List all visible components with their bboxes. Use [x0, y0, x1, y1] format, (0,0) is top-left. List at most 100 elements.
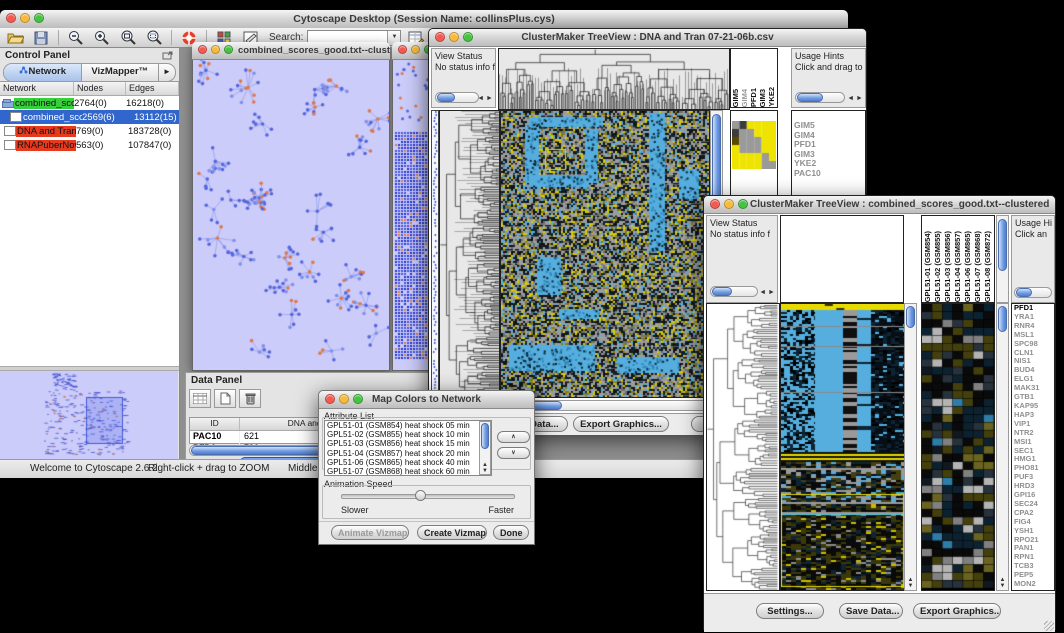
view-status-scrollbar[interactable] [710, 286, 758, 297]
table-grid-icon[interactable] [189, 389, 211, 408]
attribute-list-scrollbar[interactable]: ▲▼ [479, 421, 491, 475]
scroll-arrows[interactable]: ◄ ► [847, 95, 863, 102]
attribute-item[interactable]: GPL51-01 (GSM854) heat shock 05 min [325, 421, 491, 430]
close-icon[interactable] [6, 13, 16, 23]
view-status-scrollbar[interactable] [435, 92, 479, 103]
zoom-window-icon[interactable] [738, 199, 748, 209]
scroll-thumb[interactable] [998, 306, 1007, 332]
scroll-thumb[interactable] [712, 287, 732, 296]
zoom-window-icon[interactable] [224, 45, 233, 54]
close-icon[interactable] [198, 45, 207, 54]
row-dendrogram[interactable] [439, 110, 500, 398]
scroll-arrows[interactable]: ▲▼ [480, 462, 490, 474]
new-file-icon[interactable] [214, 389, 236, 408]
resize-grip[interactable] [1044, 621, 1054, 631]
global-vscrollbar[interactable]: ▲▼ [904, 303, 917, 591]
network-row[interactable]: RNAPuberNov2+563(0)107847(0) [0, 138, 179, 152]
scroll-thumb[interactable] [437, 93, 455, 102]
scroll-thumb[interactable] [797, 93, 823, 102]
zoom-fit-icon[interactable] [117, 29, 139, 46]
network-row[interactable]: combined_scores_2764(0)16218(0) [0, 96, 179, 110]
zoom-window-icon[interactable] [353, 394, 363, 404]
network-view-titlebar[interactable]: combined_scores_good.txt--cluste... [192, 42, 390, 60]
minimize-icon[interactable] [449, 32, 459, 42]
open-folder-icon[interactable] [4, 29, 26, 46]
scroll-thumb[interactable] [906, 306, 915, 328]
labels-vscrollbar[interactable] [996, 215, 1009, 303]
minimize-icon[interactable] [724, 199, 734, 209]
attribute-item[interactable]: GPL51-07 (GSM868) heat shock 60 min [325, 467, 491, 476]
column-label: GPL51-07 (GSM868) [974, 231, 982, 302]
treeview-combined-titlebar[interactable]: ClusterMaker TreeView : combined_scores_… [704, 196, 1055, 214]
scroll-thumb[interactable] [1016, 288, 1032, 297]
attribute-item[interactable]: GPL51-04 (GSM857) heat shock 20 min [325, 449, 491, 458]
move-down-button[interactable]: ∨ [497, 447, 530, 459]
attribute-item[interactable]: GPL51-06 (GSM865) heat shock 40 min [325, 458, 491, 467]
usage-hints-scrollbar[interactable] [1014, 287, 1052, 298]
move-up-button[interactable]: ∧ [497, 431, 530, 443]
scroll-thumb[interactable] [998, 219, 1007, 271]
heatmap-thumbnail[interactable] [732, 121, 776, 169]
speed-slider[interactable] [341, 494, 515, 499]
heatmap-detail[interactable] [921, 303, 995, 591]
zoom-selected-icon[interactable] [143, 29, 165, 46]
map-colors-titlebar[interactable]: Map Colors to Network [319, 391, 534, 409]
column-label: GIM5 [732, 89, 740, 107]
column-dendrogram[interactable] [498, 48, 730, 110]
attribute-item[interactable]: GPL51-02 (GSM855) heat shock 10 min [325, 430, 491, 439]
scroll-arrows[interactable]: ▲▼ [997, 577, 1008, 589]
heatmap-main[interactable] [500, 110, 710, 398]
zoom-in-icon[interactable] [91, 29, 113, 46]
scroll-arrows[interactable]: ◄ ► [477, 95, 493, 102]
done-button[interactable]: Done [493, 525, 529, 540]
save-icon[interactable] [30, 29, 52, 46]
float-panel-icon[interactable] [162, 51, 174, 61]
attribute-item[interactable]: GPL51-03 (GSM856) heat shock 15 min [325, 439, 491, 448]
save-data-button[interactable]: Save Data... [839, 603, 903, 619]
network-canvas[interactable] [192, 60, 390, 371]
close-icon[interactable] [710, 199, 720, 209]
network-row[interactable]: combined_sco2569(6)13112(15) [0, 110, 179, 124]
speed-slider-thumb[interactable] [415, 490, 426, 501]
slower-label: Slower [341, 505, 369, 515]
detail-vscrollbar[interactable]: ▲▼ [996, 303, 1009, 591]
view-status-panel: View Status No status info f ◄ ► [706, 215, 778, 303]
create-vizmap-button[interactable]: Create Vizmap [417, 525, 487, 540]
column-label: GIM4 [741, 89, 749, 107]
trash-icon[interactable] [239, 389, 261, 408]
view-status-title: View Status [435, 51, 482, 61]
minimize-icon[interactable] [411, 45, 420, 54]
minimize-icon[interactable] [339, 394, 349, 404]
tab-overflow-arrow[interactable]: ► [158, 64, 175, 81]
column-label: GPL51-02 (GSM855) [934, 231, 942, 302]
scroll-arrows[interactable]: ◄ ► [759, 289, 775, 296]
col-network[interactable]: Network [0, 82, 74, 95]
close-icon[interactable] [325, 394, 335, 404]
treeview-dna-titlebar[interactable]: ClusterMaker TreeView : DNA and Tran 07-… [429, 29, 866, 47]
close-icon[interactable] [435, 32, 445, 42]
birdseye-view[interactable] [0, 371, 178, 459]
tab-network[interactable]: Network [4, 64, 82, 81]
tab-vizmapper[interactable]: VizMapper™ [82, 64, 159, 81]
scroll-arrows[interactable]: ▲▼ [905, 577, 916, 589]
main-titlebar[interactable]: Cytoscape Desktop (Session Name: collins… [0, 10, 848, 29]
zoom-window-icon[interactable] [463, 32, 473, 42]
minimize-icon[interactable] [20, 13, 30, 23]
attribute-list[interactable]: GPL51-01 (GSM854) heat shock 05 minGPL51… [324, 420, 492, 476]
animate-vizmap-button[interactable]: Animate Vizmap [331, 525, 409, 540]
row-dendrogram[interactable] [706, 303, 780, 591]
export-graphics-button[interactable]: Export Graphics... [573, 416, 669, 432]
zoom-window-icon[interactable] [34, 13, 44, 23]
export-graphics-button[interactable]: Export Graphics... [913, 603, 1001, 619]
close-icon[interactable] [398, 45, 407, 54]
settings-button[interactable]: Settings... [756, 603, 824, 619]
col-id[interactable]: ID [190, 418, 240, 430]
scroll-thumb[interactable] [481, 423, 489, 449]
minimize-icon[interactable] [211, 45, 220, 54]
col-nodes[interactable]: Nodes [74, 82, 126, 95]
zoom-out-icon[interactable] [65, 29, 87, 46]
usage-hints-scrollbar[interactable] [795, 92, 845, 103]
heatmap-global[interactable] [780, 303, 905, 591]
network-row[interactable]: DNA and Tran 07769(0)183728(0) [0, 124, 179, 138]
col-edges[interactable]: Edges [126, 82, 179, 95]
